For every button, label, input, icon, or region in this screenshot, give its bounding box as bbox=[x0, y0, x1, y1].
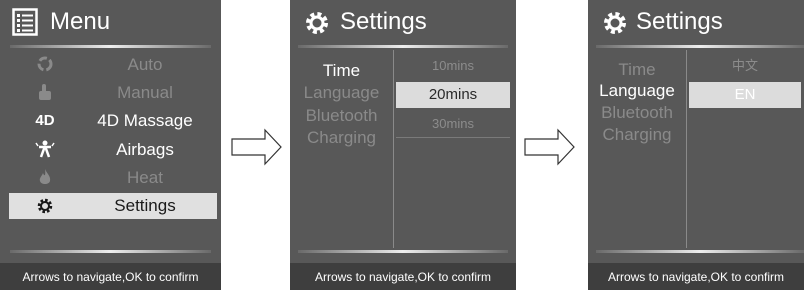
settings-item-bluetooth[interactable]: Bluetooth bbox=[588, 103, 686, 123]
gear-icon bbox=[33, 196, 57, 216]
footer-bar: Arrows to navigate,OK to confirm bbox=[0, 263, 221, 290]
menu-item-airbags[interactable]: Airbags bbox=[9, 137, 217, 163]
auto-icon bbox=[33, 55, 57, 75]
menu-screen: Menu Auto Manual 4D 4D Massage Airbags H… bbox=[0, 0, 221, 290]
4d-icon: 4D bbox=[35, 112, 55, 129]
menu-item-label: Auto bbox=[127, 55, 163, 74]
menu-item-4d-massage[interactable]: 4D 4D Massage bbox=[9, 108, 217, 134]
footer-hint: Arrows to navigate,OK to confirm bbox=[314, 270, 492, 284]
settings-title: Settings bbox=[636, 8, 723, 35]
language-option-chinese[interactable]: 中文 bbox=[687, 56, 803, 76]
flame-icon bbox=[33, 168, 57, 188]
settings-time-screen: Settings Time Language Bluetooth Chargin… bbox=[290, 0, 516, 290]
settings-item-charging[interactable]: Charging bbox=[290, 128, 393, 148]
footer-hint: Arrows to navigate,OK to confirm bbox=[22, 270, 199, 284]
menu-title: Menu bbox=[50, 8, 111, 35]
footer-divider bbox=[596, 250, 804, 253]
settings-item-language[interactable]: Language bbox=[588, 81, 686, 101]
menu-item-heat[interactable]: Heat bbox=[9, 165, 217, 191]
option-divider bbox=[396, 137, 510, 138]
menu-item-settings[interactable]: Settings bbox=[9, 193, 217, 219]
menu-item-label: 4D Massage bbox=[97, 111, 193, 130]
settings-language-screen: Settings Time Language Bluetooth Chargin… bbox=[588, 0, 804, 290]
hand-icon bbox=[33, 83, 57, 103]
header-divider bbox=[298, 45, 508, 48]
language-option-en[interactable]: EN bbox=[689, 82, 801, 108]
settings-item-time[interactable]: Time bbox=[588, 60, 686, 80]
settings-title: Settings bbox=[340, 8, 427, 35]
menu-item-auto[interactable]: Auto bbox=[9, 52, 217, 78]
gear-icon bbox=[303, 9, 331, 42]
arrow-right-icon bbox=[524, 128, 575, 166]
settings-item-time[interactable]: Time bbox=[290, 61, 393, 81]
gear-icon bbox=[601, 9, 629, 42]
footer-divider bbox=[298, 250, 508, 253]
header-divider bbox=[596, 45, 804, 48]
settings-header: Settings bbox=[588, 0, 804, 46]
footer-bar: Arrows to navigate,OK to confirm bbox=[588, 263, 804, 290]
airbag-icon bbox=[33, 140, 57, 160]
menu-item-manual[interactable]: Manual bbox=[9, 80, 217, 106]
settings-item-bluetooth[interactable]: Bluetooth bbox=[290, 106, 393, 126]
menu-item-label: Heat bbox=[127, 168, 163, 187]
menu-item-label: Settings bbox=[114, 196, 176, 215]
menu-item-label: Airbags bbox=[116, 140, 174, 159]
footer-hint: Arrows to navigate,OK to confirm bbox=[607, 270, 785, 284]
language-option-label: EN bbox=[734, 86, 756, 103]
time-option-30mins[interactable]: 30mins bbox=[394, 114, 512, 134]
menu-list-icon bbox=[12, 8, 38, 41]
settings-item-charging[interactable]: Charging bbox=[588, 125, 686, 145]
footer-bar: Arrows to navigate,OK to confirm bbox=[290, 263, 516, 290]
header-divider bbox=[10, 45, 211, 48]
settings-item-language[interactable]: Language bbox=[290, 83, 393, 103]
menu-header: Menu bbox=[0, 0, 221, 46]
footer-divider bbox=[10, 250, 211, 253]
settings-header: Settings bbox=[290, 0, 516, 46]
column-divider bbox=[686, 50, 687, 248]
time-option-10mins[interactable]: 10mins bbox=[394, 56, 512, 76]
arrow-right-icon bbox=[231, 128, 282, 166]
menu-item-label: Manual bbox=[117, 83, 173, 102]
time-option-20mins[interactable]: 20mins bbox=[396, 82, 510, 108]
column-divider bbox=[393, 50, 394, 248]
